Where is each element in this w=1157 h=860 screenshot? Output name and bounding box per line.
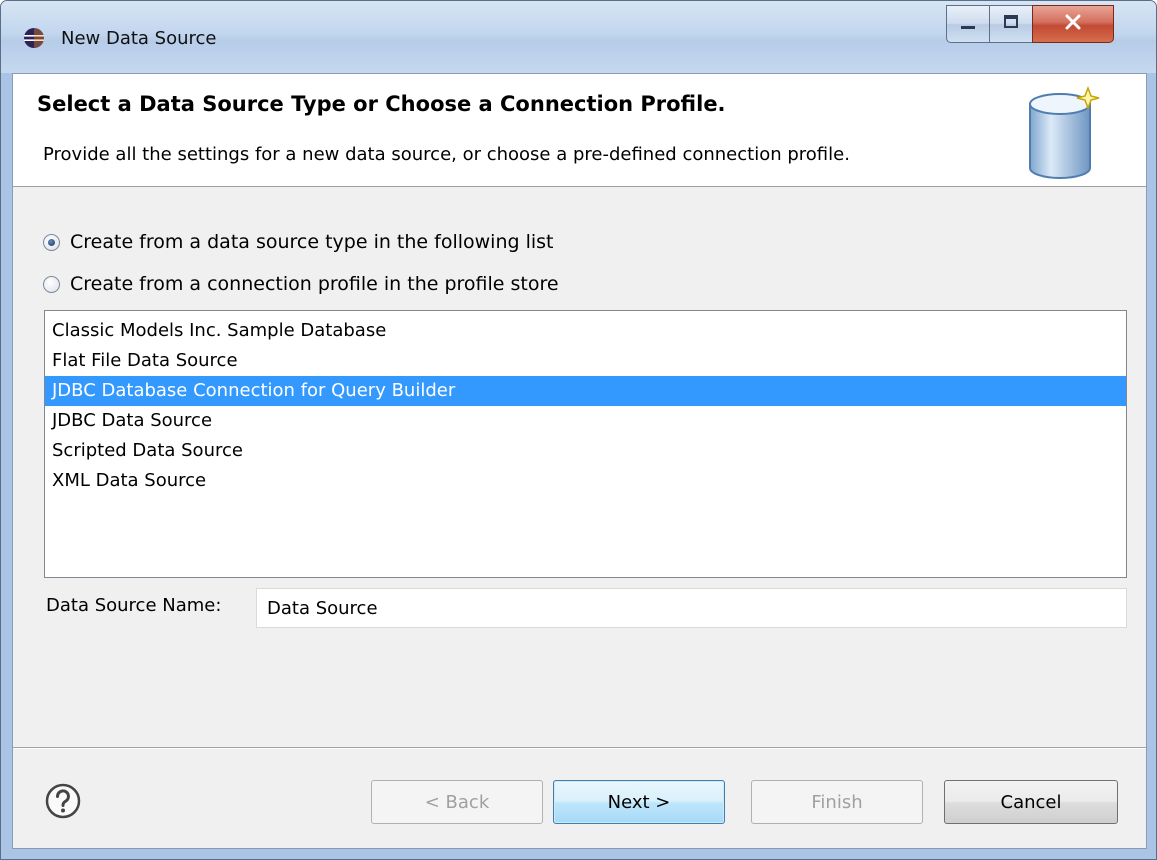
create-from-type-label: Create from a data source type in the fo… — [70, 231, 554, 253]
back-button[interactable]: < Back — [371, 780, 543, 824]
minimize-icon — [959, 15, 977, 34]
eclipse-icon — [23, 27, 45, 49]
cancel-button[interactable]: Cancel — [944, 780, 1118, 824]
data-source-name-label: Data Source Name: — [46, 595, 222, 616]
list-item[interactable]: XML Data Source — [45, 466, 1126, 496]
page-description: Provide all the settings for a new data … — [43, 144, 850, 165]
window-title: New Data Source — [61, 28, 217, 49]
radio-button-selected[interactable] — [43, 233, 60, 251]
close-button[interactable] — [1032, 5, 1114, 43]
help-icon[interactable] — [45, 783, 81, 819]
page-title: Select a Data Source Type or Choose a Co… — [37, 92, 726, 116]
wizard-header: Select a Data Source Type or Choose a Co… — [13, 74, 1146, 187]
radio-button[interactable] — [43, 275, 60, 293]
list-item[interactable]: JDBC Data Source — [45, 406, 1126, 436]
title-bar[interactable]: New Data Source — [1, 1, 1156, 73]
create-from-profile-radio[interactable]: Create from a connection profile in the … — [43, 271, 559, 297]
list-item[interactable]: Classic Models Inc. Sample Database — [45, 316, 1126, 346]
next-button[interactable]: Next > — [553, 780, 725, 824]
list-item[interactable]: Flat File Data Source — [45, 346, 1126, 376]
minimize-button[interactable] — [946, 5, 990, 43]
dialog-client-area: Select a Data Source Type or Choose a Co… — [12, 73, 1147, 849]
create-from-profile-label: Create from a connection profile in the … — [70, 273, 559, 295]
footer-divider — [13, 747, 1146, 749]
database-icon — [1018, 82, 1108, 182]
close-icon — [1064, 14, 1082, 34]
maximize-button[interactable] — [989, 5, 1033, 43]
data-source-name-input[interactable] — [256, 588, 1127, 628]
data-source-type-list[interactable]: Classic Models Inc. Sample Database Flat… — [44, 310, 1127, 578]
list-item-selected[interactable]: JDBC Database Connection for Query Build… — [45, 376, 1126, 406]
finish-button[interactable]: Finish — [751, 780, 923, 824]
dialog-window: New Data Source Select a Data Source Typ… — [0, 0, 1157, 860]
maximize-icon — [1002, 14, 1020, 34]
list-item[interactable]: Scripted Data Source — [45, 436, 1126, 466]
create-from-type-radio[interactable]: Create from a data source type in the fo… — [43, 229, 554, 255]
